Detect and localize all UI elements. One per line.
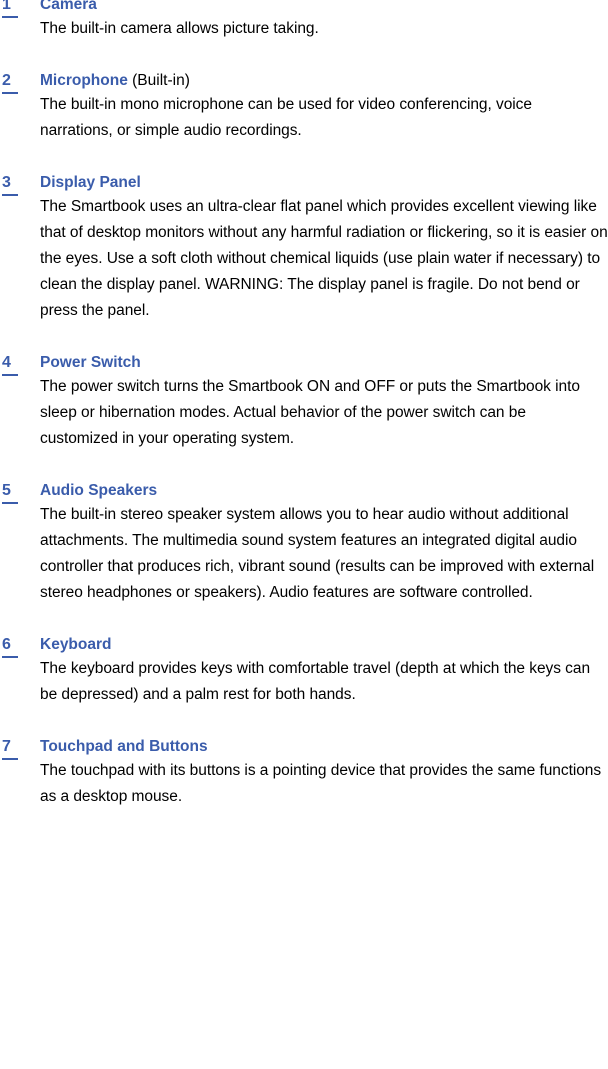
document-page: 1 Camera The built-in camera allows pict… [0,0,608,1063]
item-number-5: 5 [2,480,18,504]
item-description: The keyboard provides keys with comforta… [40,660,591,703]
item-body: Keyboard The keyboard provides keys with… [40,634,608,708]
item-body: Audio Speakers The built-in stereo speak… [40,480,608,606]
item-number-3: 3 [2,172,18,196]
item-heading-title: Keyboard [40,636,112,653]
item-heading: Power Switch [40,352,608,374]
item-heading-title: Camera [40,0,97,13]
item-body: Display Panel The Smartbook uses an ultr… [40,172,608,324]
item-description: The built-in mono microphone can be used… [40,96,532,139]
item-heading-title: Power Switch [40,354,141,371]
item-body: Power Switch The power switch turns the … [40,352,608,452]
list-item-3: 3 Display Panel The Smartbook uses an ul… [0,172,608,324]
item-heading: Display Panel [40,172,608,194]
item-description: The power switch turns the Smartbook ON … [40,378,580,447]
list-item-6: 6 Keyboard The keyboard provides keys wi… [0,634,608,708]
item-heading: Microphone (Built-in) [40,70,608,92]
item-number-2: 2 [2,70,18,94]
item-heading-title: Microphone [40,72,128,89]
item-number-7: 7 [2,736,18,760]
item-number-4: 4 [2,352,18,376]
list-item-2: 2 Microphone (Built-in) The built-in mon… [0,70,608,144]
item-body: Microphone (Built-in) The built-in mono … [40,70,608,144]
list-item-5: 5 Audio Speakers The built-in stereo spe… [0,480,608,606]
item-heading: Keyboard [40,634,608,656]
item-body: Camera The built-in camera allows pictur… [40,0,608,42]
item-heading-title: Display Panel [40,174,141,191]
feature-list: 1 Camera The built-in camera allows pict… [0,0,608,810]
item-body: Touchpad and Buttons The touchpad with i… [40,736,608,810]
list-item-1: 1 Camera The built-in camera allows pict… [0,0,608,42]
list-item-4: 4 Power Switch The power switch turns th… [0,352,608,452]
item-heading-title: Touchpad and Buttons [40,738,208,755]
item-heading-suffix: (Built-in) [127,72,190,89]
item-heading: Touchpad and Buttons [40,736,608,758]
item-description: The built-in camera allows picture takin… [40,20,319,37]
item-heading-title: Audio Speakers [40,482,158,499]
item-description: The Smartbook uses an ultra-clear flat p… [40,198,608,319]
item-description: The touchpad with its buttons is a point… [40,762,602,805]
list-item-7: 7 Touchpad and Buttons The touchpad with… [0,736,608,810]
item-heading: Camera [40,0,608,16]
item-number-6: 6 [2,634,18,658]
item-heading: Audio Speakers [40,480,608,502]
item-number-1: 1 [2,0,18,18]
item-description: The built-in stereo speaker system allow… [40,506,595,601]
